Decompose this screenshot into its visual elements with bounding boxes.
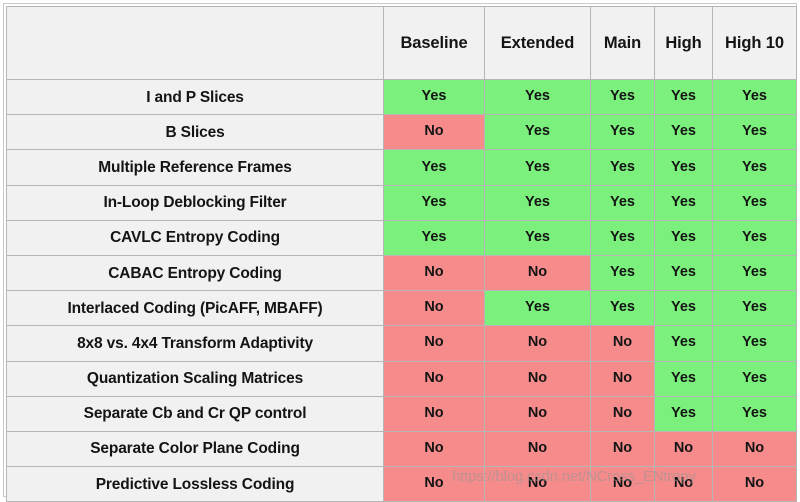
support-cell-high10: Yes <box>712 78 797 116</box>
support-cell-main: Yes <box>590 184 655 221</box>
support-cell-main: Yes <box>590 149 655 186</box>
support-cell-main: No <box>590 360 655 397</box>
support-cell-high10: Yes <box>712 325 797 362</box>
support-cell-baseline: Yes <box>383 149 485 186</box>
table-row: Separate Color Plane Coding No No No No … <box>6 430 797 468</box>
feature-label: B Slices <box>6 114 384 151</box>
table-row: Interlaced Coding (PicAFF, MBAFF) No Yes… <box>6 290 797 327</box>
table-row: Multiple Reference Frames Yes Yes Yes Ye… <box>6 149 797 186</box>
support-cell-extended: No <box>484 430 591 468</box>
table-row: CABAC Entropy Coding No No Yes Yes Yes <box>6 254 797 292</box>
feature-label: Separate Cb and Cr QP control <box>6 395 384 432</box>
support-cell-baseline: Yes <box>383 78 485 116</box>
support-cell-baseline: Yes <box>383 219 485 256</box>
support-cell-main: No <box>590 466 655 502</box>
support-cell-main: Yes <box>590 78 655 116</box>
support-cell-extended: Yes <box>484 149 591 186</box>
support-cell-baseline: No <box>383 254 485 292</box>
support-cell-extended: No <box>484 360 591 397</box>
support-cell-high: Yes <box>654 325 713 362</box>
support-cell-high: Yes <box>654 360 713 397</box>
table-row: In-Loop Deblocking Filter Yes Yes Yes Ye… <box>6 184 797 221</box>
column-header-main: Main <box>590 6 655 80</box>
support-cell-main: Yes <box>590 254 655 292</box>
table-row: CAVLC Entropy Coding Yes Yes Yes Yes Yes <box>6 219 797 256</box>
support-cell-main: Yes <box>590 114 655 151</box>
support-cell-high10: Yes <box>712 254 797 292</box>
feature-label: Separate Color Plane Coding <box>6 430 384 468</box>
table-row: Predictive Lossless Coding No No No No N… <box>6 466 797 502</box>
support-cell-high: Yes <box>654 254 713 292</box>
support-cell-main: No <box>590 430 655 468</box>
support-cell-high10: Yes <box>712 290 797 327</box>
feature-label: CAVLC Entropy Coding <box>6 219 384 256</box>
support-cell-high10: Yes <box>712 184 797 221</box>
support-cell-main: No <box>590 325 655 362</box>
support-cell-baseline: No <box>383 430 485 468</box>
column-header-high: High <box>654 6 713 80</box>
support-cell-high10: Yes <box>712 219 797 256</box>
table-row: Separate Cb and Cr QP control No No No Y… <box>6 395 797 432</box>
support-cell-high: Yes <box>654 184 713 221</box>
column-header-high10: High 10 <box>712 6 797 80</box>
support-cell-extended: Yes <box>484 219 591 256</box>
h264-profile-feature-table: Baseline Extended Main High High 10 I an… <box>6 6 797 502</box>
support-cell-extended: No <box>484 325 591 362</box>
support-cell-high: Yes <box>654 114 713 151</box>
support-cell-baseline: No <box>383 466 485 502</box>
table-body: I and P Slices Yes Yes Yes Yes Yes B Sli… <box>6 78 797 502</box>
support-cell-high10: No <box>712 466 797 502</box>
support-cell-extended: Yes <box>484 184 591 221</box>
support-cell-high10: Yes <box>712 360 797 397</box>
support-cell-baseline: No <box>383 325 485 362</box>
support-cell-baseline: No <box>383 395 485 432</box>
table-row: I and P Slices Yes Yes Yes Yes Yes <box>6 78 797 116</box>
feature-label: Interlaced Coding (PicAFF, MBAFF) <box>6 290 384 327</box>
support-cell-main: Yes <box>590 290 655 327</box>
feature-label: Multiple Reference Frames <box>6 149 384 186</box>
feature-label: 8x8 vs. 4x4 Transform Adaptivity <box>6 325 384 362</box>
image-frame: Baseline Extended Main High High 10 I an… <box>0 0 800 502</box>
support-cell-extended: Yes <box>484 114 591 151</box>
support-cell-extended: Yes <box>484 78 591 116</box>
support-cell-main: No <box>590 395 655 432</box>
support-cell-extended: No <box>484 466 591 502</box>
support-cell-extended: No <box>484 254 591 292</box>
feature-label: CABAC Entropy Coding <box>6 254 384 292</box>
support-cell-baseline: No <box>383 290 485 327</box>
support-cell-baseline: No <box>383 360 485 397</box>
support-cell-high: Yes <box>654 395 713 432</box>
feature-label: I and P Slices <box>6 78 384 116</box>
support-cell-high10: Yes <box>712 149 797 186</box>
support-cell-main: Yes <box>590 219 655 256</box>
table-row: Quantization Scaling Matrices No No No Y… <box>6 360 797 397</box>
feature-label: Quantization Scaling Matrices <box>6 360 384 397</box>
support-cell-baseline: No <box>383 114 485 151</box>
support-cell-baseline: Yes <box>383 184 485 221</box>
column-header-feature <box>6 6 384 80</box>
support-cell-high10: Yes <box>712 395 797 432</box>
support-cell-high: Yes <box>654 149 713 186</box>
support-cell-high: Yes <box>654 78 713 116</box>
support-cell-high10: Yes <box>712 114 797 151</box>
column-header-extended: Extended <box>484 6 591 80</box>
support-cell-high: No <box>654 430 713 468</box>
feature-label: In-Loop Deblocking Filter <box>6 184 384 221</box>
table-header: Baseline Extended Main High High 10 <box>6 6 797 80</box>
support-cell-extended: No <box>484 395 591 432</box>
support-cell-high: No <box>654 466 713 502</box>
column-header-baseline: Baseline <box>383 6 485 80</box>
support-cell-extended: Yes <box>484 290 591 327</box>
support-cell-high: Yes <box>654 219 713 256</box>
feature-label: Predictive Lossless Coding <box>6 466 384 502</box>
support-cell-high10: No <box>712 430 797 468</box>
table-row: B Slices No Yes Yes Yes Yes <box>6 114 797 151</box>
support-cell-high: Yes <box>654 290 713 327</box>
table-row: 8x8 vs. 4x4 Transform Adaptivity No No N… <box>6 325 797 362</box>
header-row: Baseline Extended Main High High 10 <box>6 6 797 80</box>
